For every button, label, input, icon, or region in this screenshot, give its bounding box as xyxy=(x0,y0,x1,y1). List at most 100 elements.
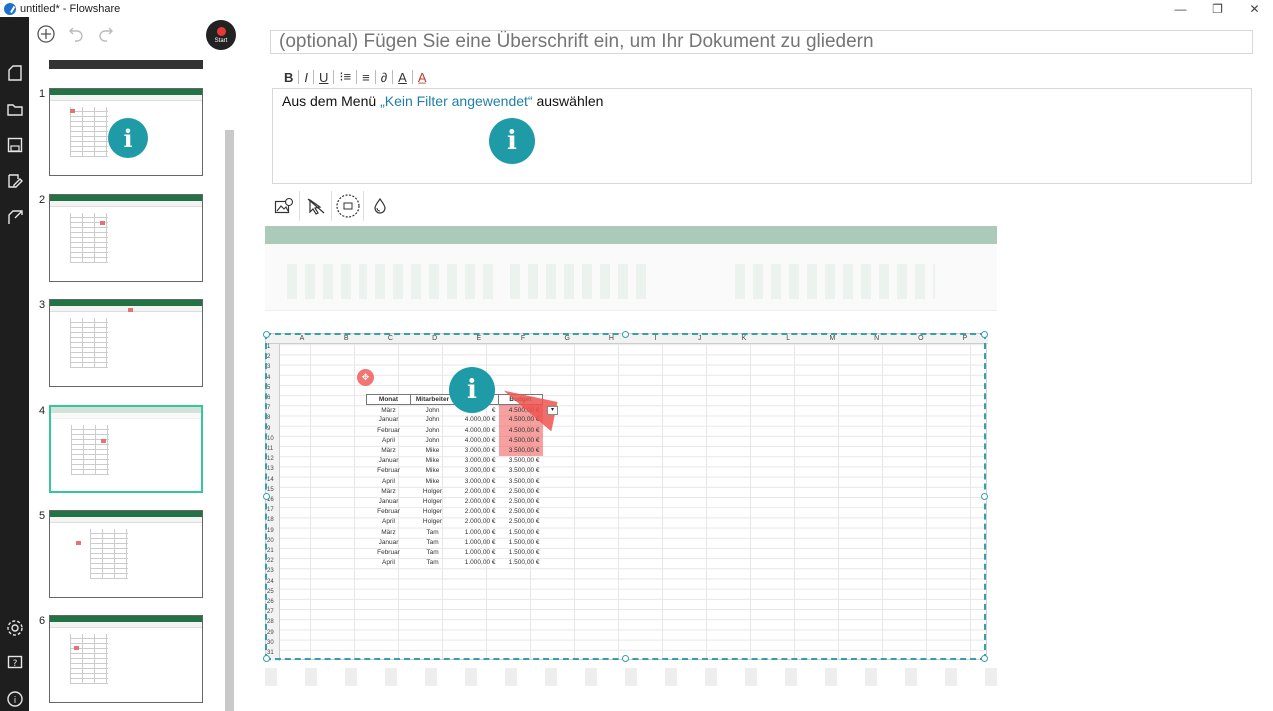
maximize-button[interactable]: ❐ xyxy=(1199,0,1236,17)
bullet-list-button[interactable]: ≡ xyxy=(357,70,375,85)
bold-button[interactable]: B xyxy=(279,70,298,85)
replace-image-button[interactable] xyxy=(268,191,300,221)
table-cell: Januar xyxy=(378,416,399,424)
settings-icon[interactable] xyxy=(5,618,24,637)
table-cell: 1.500,00 € xyxy=(508,528,540,536)
table-cell: 3.000,00 € xyxy=(464,477,496,485)
excel-title-bar xyxy=(265,226,997,244)
info-icon[interactable]: i xyxy=(449,367,495,413)
redo-button[interactable] xyxy=(93,21,119,47)
zoom-focus-button[interactable] xyxy=(332,191,364,221)
info-icon[interactable]: i xyxy=(489,118,535,164)
row-header: 31 xyxy=(267,650,274,656)
step-thumbnail-selected[interactable]: 4 xyxy=(29,405,219,500)
drop-icon xyxy=(374,197,386,214)
row-header: 7 xyxy=(267,405,271,412)
svg-text:i: i xyxy=(13,696,16,706)
underline-button[interactable]: U xyxy=(314,70,333,85)
text-color-button[interactable]: A xyxy=(393,70,412,85)
table-cell: Tam xyxy=(426,548,439,556)
step-preview xyxy=(49,510,203,598)
row-header: 11 xyxy=(267,446,274,452)
table-cell: 2.000,00 € xyxy=(464,508,496,516)
flowshare-logo-icon xyxy=(4,2,16,15)
table-cell: Januar xyxy=(378,497,399,505)
save-icon[interactable] xyxy=(5,135,24,154)
table-row: Februar John 4.000,00 €4.500,00 € xyxy=(367,425,543,436)
help-icon[interactable]: ? xyxy=(5,653,24,672)
table-cell: John xyxy=(425,436,440,444)
blur-button[interactable] xyxy=(364,191,396,221)
row-header: 6 xyxy=(267,395,271,401)
info-icon: i xyxy=(108,118,148,158)
table-row: März Mike 3.000,00 €3.500,00 € xyxy=(367,445,543,456)
table-cell: Februar xyxy=(377,426,400,434)
row-header: 10 xyxy=(267,435,274,442)
share-icon[interactable] xyxy=(5,207,24,226)
table-row: April Holger 2.000,00 € 2.500,00 € xyxy=(367,517,543,527)
add-step-button[interactable] xyxy=(33,21,59,47)
step-number: 2 xyxy=(39,194,46,206)
table-cell: 2.500,00 € xyxy=(508,497,540,505)
filter-dropdown-icon: ▾ xyxy=(547,406,558,415)
row-header: 12 xyxy=(267,456,274,463)
row-header: 28 xyxy=(267,619,274,626)
redo-icon xyxy=(99,27,113,42)
table-cell: April xyxy=(381,436,395,444)
step-text-menu-reference: „Kein Filter angewendet“ xyxy=(380,93,533,109)
step-thumbnail[interactable]: 2 xyxy=(29,194,219,289)
step-description-editor[interactable]: Aus dem Menü „Kein Filter angewendet“ au… xyxy=(272,88,1252,184)
step-screenshot[interactable]: ABCDEFGHIJKLMNOP 1 2 3 4 5 6 7 8 9 10 11 12 13 14 15 16… xyxy=(265,226,997,686)
edit-export-icon[interactable] xyxy=(5,171,24,190)
start-label: Start xyxy=(214,38,228,44)
excel-ribbon-tabs xyxy=(265,244,997,256)
cursor-off-icon xyxy=(307,198,324,215)
heading-input[interactable] xyxy=(270,30,1253,54)
table-cell: Tam xyxy=(426,538,439,546)
table-cell: 2.500,00 € xyxy=(508,518,540,526)
numbered-list-button[interactable]: ⁝≡ xyxy=(334,69,356,85)
table-cell: 4.000,00 € xyxy=(464,416,496,424)
step-thumbnail[interactable]: 3 xyxy=(29,299,219,394)
table-cell: Holger xyxy=(422,508,443,516)
open-folder-icon[interactable] xyxy=(5,99,24,118)
column-header: G xyxy=(564,335,570,342)
undo-button[interactable] xyxy=(63,21,89,47)
column-header: P xyxy=(962,335,968,342)
row-header: 3 xyxy=(267,364,271,371)
column-header: J xyxy=(698,335,702,342)
row-header: 5 xyxy=(267,384,271,391)
info-icon[interactable]: i xyxy=(5,689,24,708)
step-preview xyxy=(49,615,203,703)
table-row: April Mike 3.000,00 € 3.500,00 € xyxy=(367,476,543,486)
column-headers: A B C D E F G H I J K L M N O P xyxy=(266,334,988,344)
table-cell: 3.500,00 € xyxy=(508,457,540,465)
table-row: April John 4.000,00 €4.500,00 € xyxy=(367,435,543,446)
table-cell: 3.000,00 € xyxy=(464,467,496,475)
link-button[interactable]: ∂ xyxy=(376,70,392,85)
italic-button[interactable]: I xyxy=(299,70,313,85)
steps-scrollbar[interactable] xyxy=(225,130,234,711)
start-recording-button[interactable]: Start xyxy=(206,20,236,50)
table-row: Januar Mike 3.000,00 € 3.500,00 € xyxy=(367,456,543,466)
close-button[interactable]: ✕ xyxy=(1236,0,1273,17)
toggle-cursor-button[interactable] xyxy=(300,191,332,221)
clear-format-button[interactable]: A̲ xyxy=(413,70,432,85)
step-thumbnail[interactable]: 6 xyxy=(29,615,219,710)
table-cell: Tam xyxy=(426,528,439,536)
new-document-icon[interactable] xyxy=(5,63,24,82)
step-thumbnail[interactable]: 1 i xyxy=(29,88,219,183)
move-icon[interactable]: ✥ xyxy=(357,369,374,386)
table-cell: Tam xyxy=(426,559,439,567)
table-cell: 3.500,00 € xyxy=(498,445,543,456)
table-cell: Mike xyxy=(425,467,440,475)
step-preview xyxy=(49,299,203,387)
step-thumbnail[interactable]: 5 xyxy=(29,510,219,605)
row-header: 8 xyxy=(267,415,271,422)
window-controls: — ❐ ✕ xyxy=(1162,0,1273,17)
minimize-button[interactable]: — xyxy=(1162,0,1199,17)
row-header: 20 xyxy=(267,537,274,544)
table-cell: Januar xyxy=(378,538,399,546)
row-header: 26 xyxy=(267,599,274,605)
row-headers: 1 2 3 4 5 6 7 8 9 10 11 12 13 14 15 16 17 18 19 20 21 22 23 24 2… xyxy=(266,344,280,661)
